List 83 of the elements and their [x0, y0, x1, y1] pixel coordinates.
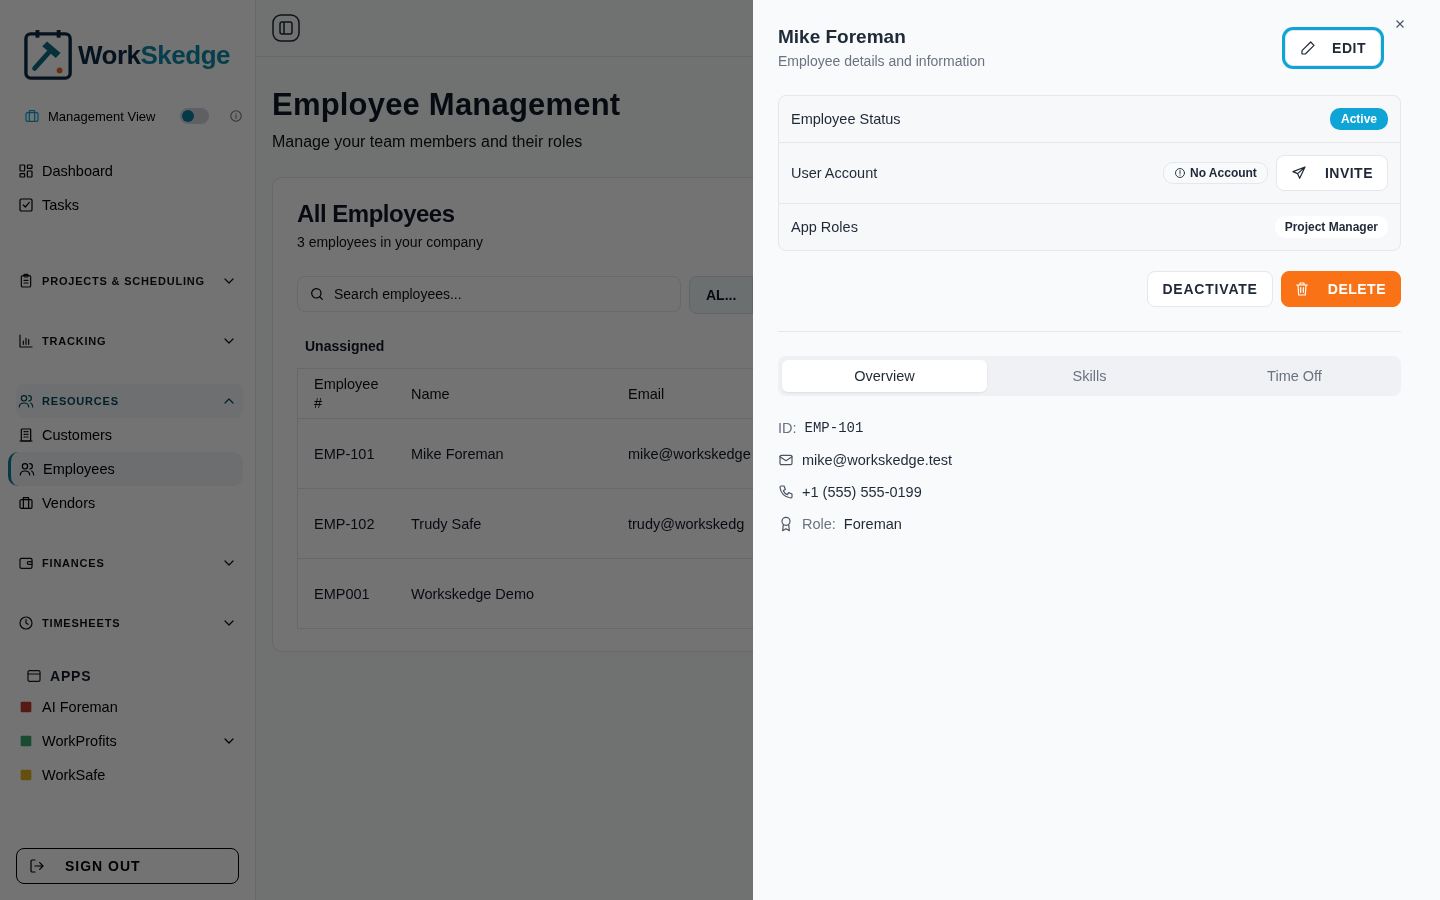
delete-button[interactable]: DELETE [1280, 271, 1401, 307]
app-icon [18, 767, 34, 783]
column-header: Name [411, 385, 450, 402]
logo-text: WorkSkedge [78, 39, 231, 71]
nav-item[interactable]: WorkProfits [16, 724, 243, 758]
card-subtitle: 3 employees in your company [297, 234, 483, 250]
chart-icon [18, 333, 34, 349]
toggle-switch[interactable] [179, 108, 209, 124]
column-header: Employee # [314, 374, 380, 413]
tab[interactable]: Overview [782, 360, 987, 392]
nav-item[interactable]: WorkSafe [16, 758, 243, 792]
page-subtitle: Manage your team members and their roles [272, 133, 583, 151]
table-cell: Workskedge Demo [411, 585, 535, 602]
nav-item[interactable]: Employees [8, 452, 243, 486]
logo-icon [24, 28, 74, 82]
users-icon [18, 393, 34, 409]
wallet-icon [18, 555, 34, 571]
app-icon [18, 733, 34, 749]
role-label: Role: [802, 515, 836, 532]
tab[interactable]: Time Off [1192, 360, 1397, 392]
table-cell: EMP-102 [314, 515, 375, 532]
grid-icon [18, 163, 34, 179]
users-icon [19, 461, 35, 477]
clipboard-icon [18, 273, 34, 289]
nav-item[interactable]: Tasks [16, 188, 243, 222]
id-label: ID: [778, 419, 797, 436]
card-title: All Employees [297, 200, 455, 228]
role-badge: Project Manager [1274, 216, 1388, 238]
check-icon [18, 197, 34, 213]
nav-item[interactable]: Customers [16, 418, 243, 452]
window-icon [26, 668, 42, 684]
field-label: App Roles [791, 219, 858, 235]
table-cell: EMP001 [314, 585, 370, 602]
table-cell: trudy@workskedg [628, 515, 745, 532]
role-text: Foreman [843, 515, 902, 532]
nav-item[interactable]: Vendors [16, 486, 243, 520]
section-toggle[interactable]: TIMESHEETS [16, 606, 243, 640]
invite-button[interactable]: INVITE [1275, 155, 1388, 191]
award-icon [778, 515, 794, 532]
email-text: mike@workskedge.test [802, 451, 953, 468]
phone-text: +1 (555) 555-0199 [802, 483, 922, 500]
info-icon[interactable] [229, 109, 243, 123]
tab[interactable]: Skills [987, 360, 1192, 392]
employee-id: EMP-101 [804, 419, 864, 436]
deactivate-button[interactable]: DEACTIVATE [1147, 271, 1273, 307]
field-label: User Account [791, 165, 878, 181]
group-heading: Unassigned [305, 338, 385, 354]
section-toggle[interactable]: RESOURCES [16, 384, 243, 418]
filter-dropdown[interactable]: AL... [689, 276, 753, 314]
phone-icon [778, 483, 794, 500]
section-toggle[interactable]: FINANCES [16, 546, 243, 580]
table-cell: Trudy Safe [411, 515, 482, 532]
sidebar-toggle-icon[interactable] [272, 14, 300, 42]
building-icon [18, 427, 34, 443]
nav-item[interactable]: AI Foreman [16, 690, 243, 724]
pencil-icon [1300, 40, 1317, 56]
status-badge: Active [1329, 108, 1388, 130]
account-badge: No Account [1163, 162, 1268, 184]
sign-out-button[interactable]: SIGN OUT [16, 848, 239, 884]
section-heading: APPS [24, 662, 243, 690]
clock-icon [18, 615, 34, 631]
logout-icon [29, 858, 45, 874]
field-label: Employee Status [791, 111, 901, 127]
table-cell: mike@workskedge [628, 445, 751, 462]
edit-button[interactable]: EDIT [1285, 30, 1381, 66]
briefcase-icon [18, 495, 34, 511]
drawer-title: Mike Foreman [778, 26, 907, 48]
view-label: Management View [48, 108, 157, 124]
section-toggle[interactable]: PROJECTS & SCHEDULING [16, 264, 243, 298]
table-cell: Mike Foreman [411, 445, 504, 462]
section-toggle[interactable]: TRACKING [16, 324, 243, 358]
drawer-subtitle: Employee details and information [778, 53, 985, 69]
trash-icon [1293, 281, 1310, 297]
search-icon [309, 286, 325, 302]
column-header: Email [628, 385, 665, 402]
page-title: Employee Management [272, 87, 621, 123]
alert-icon [1174, 167, 1186, 179]
app-icon [18, 699, 34, 715]
search-field[interactable]: Search employees... [297, 276, 681, 312]
briefcase-icon [24, 108, 40, 124]
table-cell: EMP-101 [314, 445, 375, 462]
nav-item[interactable]: Dashboard [16, 154, 243, 188]
send-icon [1290, 165, 1307, 181]
